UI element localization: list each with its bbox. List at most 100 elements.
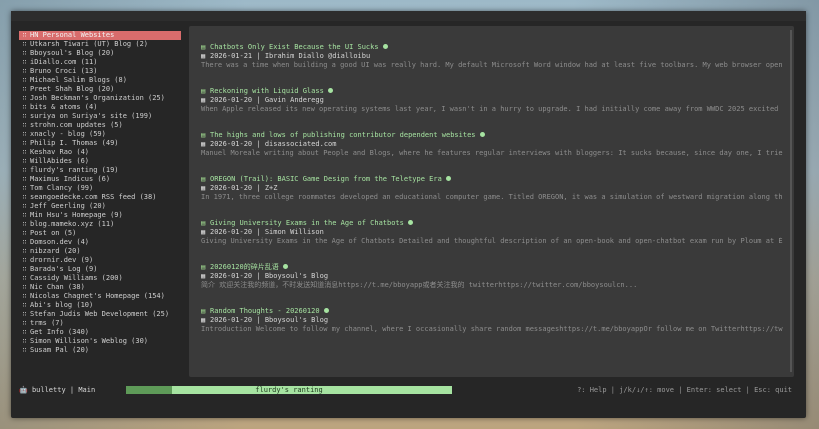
sidebar-item-label: drornir.dev (9) [30, 256, 94, 264]
calendar-icon: ▦ [201, 316, 206, 324]
entry-description: 简介 欢迎关注我的频道，不时发送知道消息https://t.me/bboyapp… [201, 281, 638, 289]
entry-title-row: ▤ Reckoning with Liquid Glass [201, 86, 783, 96]
sidebar-item-feed[interactable]: ∷ Maximus Indicus (6) [19, 175, 181, 184]
rss-icon: ∷ [22, 94, 27, 102]
sidebar-item-feed[interactable]: ∷ Bboysoul's Blog (20) [19, 49, 181, 58]
entry-title: The highs and lows of publishing contrib… [210, 131, 476, 139]
entry-description: Giving University Exams in the Age of Ch… [201, 237, 783, 245]
sidebar-item-feed[interactable]: ∷ Utkarsh Tiwari (UT) Blog (2) [19, 40, 181, 49]
entry-meta: ▦ 2026-01-20 | Bboysoul's Blog [201, 272, 329, 280]
sidebar-item-feed[interactable]: ∷ Min Hsu's Homepage (9) [19, 211, 181, 220]
sidebar-item-label: Post on (5) [30, 229, 77, 237]
sidebar-item-feed[interactable]: ∷ Keshav Rao (4) [19, 148, 181, 157]
sidebar-item-feed[interactable]: ∷ iDiallo.com (11) [19, 58, 181, 67]
rss-icon: ∷ [22, 220, 27, 228]
calendar-icon: ▦ [201, 228, 206, 236]
sidebar-item-feed[interactable]: ∷ Abi's blog (10) [19, 301, 181, 310]
sidebar-item-feed[interactable]: ∷ Simon Willison's Weblog (30) [19, 337, 181, 346]
sidebar-item-feed[interactable]: ∷ Philip I. Thomas (49) [19, 139, 181, 148]
sidebar-item-feed[interactable]: ∷ Cassidy Williams (200) [19, 274, 181, 283]
rss-icon: ∷ [22, 76, 27, 84]
entry-date: 2026-01-21 [210, 52, 253, 60]
sidebar-item-feed[interactable]: ∷ Preet Shah Blog (20) [19, 85, 181, 94]
rss-icon: ∷ [22, 292, 27, 300]
sidebar-item-feed[interactable]: ∷ xnacly - blog (59) [19, 130, 181, 139]
sidebar-item-label: Simon Willison's Weblog (30) [30, 337, 149, 345]
feed-entry[interactable]: ▤ Random Thoughts - 20260120 ▦ 2026-01-20 |… [201, 306, 783, 334]
calendar-icon: ▦ [201, 96, 206, 104]
sidebar-item-label: Tom Clancy (99) [30, 184, 94, 192]
calendar-icon: ▦ [201, 272, 206, 280]
entry-title-row: ▤ Chatbots Only Exist Because the UI Suck… [201, 42, 783, 52]
feed-entry[interactable]: ▤ Reckoning with Liquid Glass ▦ 2026-01-20 … [201, 86, 783, 114]
sidebar-item-feed[interactable]: ∷ Stefan Judis Web Development (25) [19, 310, 181, 319]
reading-progress-bar: flurdy's ranting [126, 386, 452, 394]
entry-title-row: ▤ OREGON (Trail): BASIC Game Design from … [201, 174, 783, 184]
sidebar-item-feed[interactable]: ∷ strohn.com updates (5) [19, 121, 181, 130]
rss-icon: ∷ [22, 229, 27, 237]
sidebar-item-feed[interactable]: ∷ suriya on Suriya's site (199) [19, 112, 181, 121]
sidebar-item-label: seangoedecke.com RSS feed (38) [30, 193, 157, 201]
sidebar-item-feed[interactable]: ∷ seangoedecke.com RSS feed (38) [19, 193, 181, 202]
entry-title-row: ▤ The highs and lows of publishing contri… [201, 130, 783, 140]
unread-dot-icon [327, 88, 333, 93]
sidebar-item-feed[interactable]: ∷ Nicolas Chagnet's Homepage (154) [19, 292, 181, 301]
rss-icon: ∷ [22, 265, 27, 273]
rss-icon: ∷ [22, 238, 27, 246]
entry-meta: ▦ 2026-01-20 | Bboysoul's Blog [201, 316, 329, 324]
sidebar-item-feed[interactable]: ∷ WillAbides (6) [19, 157, 181, 166]
rss-icon: ∷ [22, 202, 27, 210]
sidebar-item-feed[interactable]: ∷ trms (7) [19, 319, 181, 328]
entry-date: 2026-01-20 [210, 228, 253, 236]
sidebar-item-feed[interactable]: ∷ nibzard (20) [19, 247, 181, 256]
sidebar-item-feed[interactable]: ∷ blog.mameko.xyz (11) [19, 220, 181, 229]
feed-entry[interactable]: ▤ 20260120的碎片乱语 ▦ 2026-01-20 | Bboysoul's B… [201, 262, 783, 290]
calendar-icon: ▦ [201, 184, 206, 192]
calendar-icon: ▦ [201, 52, 206, 60]
rss-icon: ∷ [22, 85, 27, 93]
rss-icon: ∷ [22, 346, 27, 354]
sidebar-item-feed[interactable]: ∷ Domson.dev (4) [19, 238, 181, 247]
sidebar-item-feed[interactable]: ∷ bits & atoms (4) [19, 103, 181, 112]
sidebar-item-feed[interactable]: ∷ flurdy's ranting (19) [19, 166, 181, 175]
entry-meta: ▦ 2026-01-20 | Simon Willison [201, 228, 324, 236]
sidebar-item-feed[interactable]: ∷ Post on (5) [19, 229, 181, 238]
sidebar-item-feed[interactable]: ∷ drornir.dev (9) [19, 256, 181, 265]
rss-icon: ∷ [22, 256, 27, 264]
unread-dot-icon [282, 264, 288, 269]
feed-entry[interactable]: ▤ The highs and lows of publishing contri… [201, 130, 783, 158]
entry-date: 2026-01-20 [210, 272, 253, 280]
sidebar-item-feed[interactable]: ∷ Bruno Croci (13) [19, 67, 181, 76]
entry-list-scrollbar[interactable] [790, 30, 792, 372]
document-icon: ▤ [201, 87, 206, 95]
sidebar-item-feed[interactable]: ∷ Susam Pal (20) [19, 346, 181, 355]
feed-entry[interactable]: ▤ OREGON (Trail): BASIC Game Design from … [201, 174, 783, 202]
feed-entry[interactable]: ▤ Chatbots Only Exist Because the UI Suck… [201, 42, 783, 70]
sidebar-item-feed[interactable]: ∷ Josh Beckman's Organization (25) [19, 94, 181, 103]
sidebar-item-label: Get Info (340) [30, 328, 90, 336]
document-icon: ▤ [201, 307, 206, 315]
sidebar-item-label: xnacly - blog (59) [30, 130, 106, 138]
document-icon: ▤ [201, 175, 206, 183]
entry-author: Simon Willison [264, 228, 324, 236]
view-name: Main [78, 386, 96, 394]
sidebar-item-label: bits & atoms (4) [30, 103, 98, 111]
sidebar-item-feed[interactable]: ∷ Get Info (340) [19, 328, 181, 337]
feed-entry[interactable]: ▤ Giving University Exams in the Age of C… [201, 218, 783, 246]
sidebar-item-feed[interactable]: ∷ Nic Chan (38) [19, 283, 181, 292]
sidebar-item-label: Bruno Croci (13) [30, 67, 98, 75]
status-bar: 🤖 bulletty | Main flurdy's ranting ?: He… [19, 383, 794, 397]
rss-icon: ∷ [22, 193, 27, 201]
sidebar-item-feed[interactable]: ∷ Michael Salim Blogs (8) [19, 76, 181, 85]
rss-icon: ∷ [22, 184, 27, 192]
rss-icon: ∷ [22, 40, 27, 48]
sidebar-item-feed[interactable]: ∷ Tom Clancy (99) [19, 184, 181, 193]
sidebar-item-label: Susam Pal (20) [30, 346, 90, 354]
unread-dot-icon [445, 176, 451, 181]
entry-author: disassociated.com [264, 140, 337, 148]
sidebar-item-feed[interactable]: ∷ HN Personal Websites [19, 31, 181, 40]
sidebar-item-feed[interactable]: ∷ Jeff Geerling (20) [19, 202, 181, 211]
entry-meta: ▦ 2026-01-20 | Gavin Anderegg [201, 96, 324, 104]
rss-icon: ∷ [22, 112, 27, 120]
sidebar-item-feed[interactable]: ∷ Barada's Log (9) [19, 265, 181, 274]
